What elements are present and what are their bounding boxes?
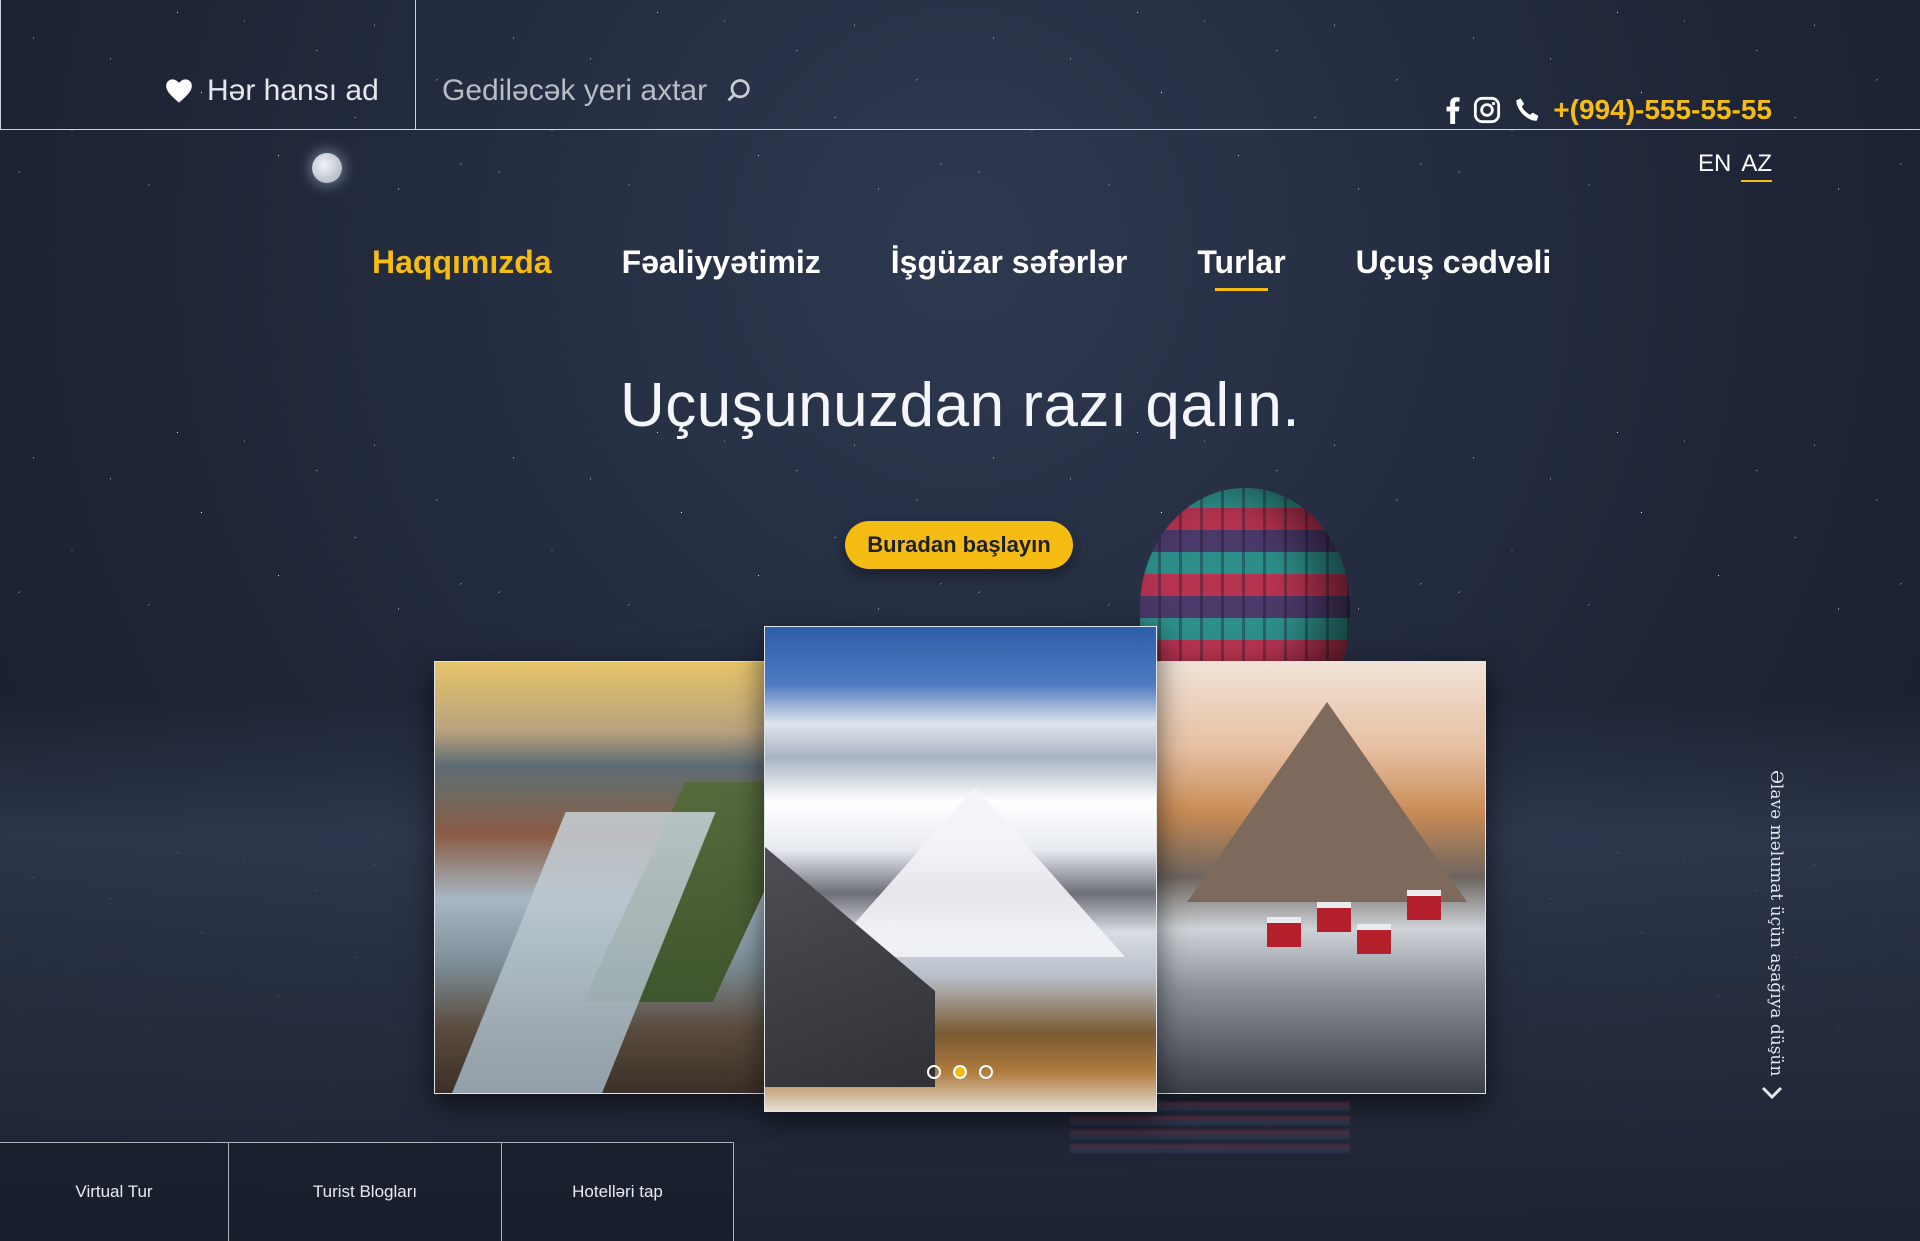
search-icon[interactable] xyxy=(725,77,753,105)
lang-en[interactable]: EN xyxy=(1698,150,1731,182)
favorites-label: Hər hansı ad xyxy=(207,74,379,107)
start-here-button[interactable]: Buradan başlayın xyxy=(845,521,1073,569)
phone-icon xyxy=(1513,96,1541,124)
tab-tourist-blogs[interactable]: Turist Blogları xyxy=(229,1142,502,1241)
phone-number[interactable]: +(994)-555-55-55 xyxy=(1553,94,1772,126)
carousel-dot-1[interactable] xyxy=(927,1065,941,1079)
favorites-link[interactable]: Hər hansı ad xyxy=(165,74,379,108)
tab-virtual-tour[interactable]: Virtual Tur xyxy=(0,1142,229,1241)
nav-item-about[interactable]: Haqqımızda xyxy=(372,244,552,281)
house-shape xyxy=(1357,924,1391,954)
carousel-dot-2[interactable] xyxy=(953,1065,967,1079)
header-left-box xyxy=(0,0,416,129)
carousel-slide-coastal-village[interactable] xyxy=(1156,661,1486,1094)
moon-image xyxy=(312,153,342,183)
snow-peak-shape xyxy=(825,787,1125,957)
contact-bar: +(994)-555-55-55 xyxy=(1445,94,1772,126)
bottom-tabs: Virtual Tur Turist Blogları Hotelləri ta… xyxy=(0,1142,734,1241)
main-nav: Haqqımızda Fəaliyyətimiz İşgüzar səfərlə… xyxy=(372,244,1552,291)
header-divider xyxy=(0,129,1920,130)
mountain-shape xyxy=(1187,702,1467,902)
nav-item-flight-schedule[interactable]: Uçuş cədvəli xyxy=(1356,244,1552,281)
house-shape xyxy=(1407,890,1441,920)
heart-icon xyxy=(165,78,193,104)
facebook-icon[interactable] xyxy=(1445,96,1461,124)
tab-find-hotels[interactable]: Hotelləri tap xyxy=(502,1142,734,1241)
chevron-down-icon[interactable] xyxy=(1760,1078,1784,1108)
house-shape xyxy=(1267,917,1301,947)
nav-item-business-trips[interactable]: İşgüzar səfərlər xyxy=(891,244,1128,281)
nav-item-activities[interactable]: Fəaliyyətimiz xyxy=(622,244,821,281)
nav-item-tours[interactable]: Turlar xyxy=(1197,244,1286,291)
search-input[interactable]: Gediləcək yeri axtar xyxy=(442,74,707,108)
carousel-slide-snowy-peak[interactable] xyxy=(764,626,1157,1112)
hero-headline: Uçuşunuzdan razı qalın. xyxy=(619,371,1301,440)
house-shape xyxy=(1317,902,1351,932)
carousel-dots xyxy=(927,1065,993,1079)
carousel-dot-3[interactable] xyxy=(979,1065,993,1079)
scroll-down-hint: Əlavə məlumat üçün aşağıya düşün xyxy=(1766,770,1786,1077)
lang-az[interactable]: AZ xyxy=(1741,150,1772,182)
language-switcher: EN AZ xyxy=(1698,150,1772,182)
destination-search[interactable]: Gediləcək yeri axtar xyxy=(442,74,753,108)
instagram-icon[interactable] xyxy=(1473,96,1501,124)
carousel-slide-mountain-river[interactable] xyxy=(434,661,765,1094)
